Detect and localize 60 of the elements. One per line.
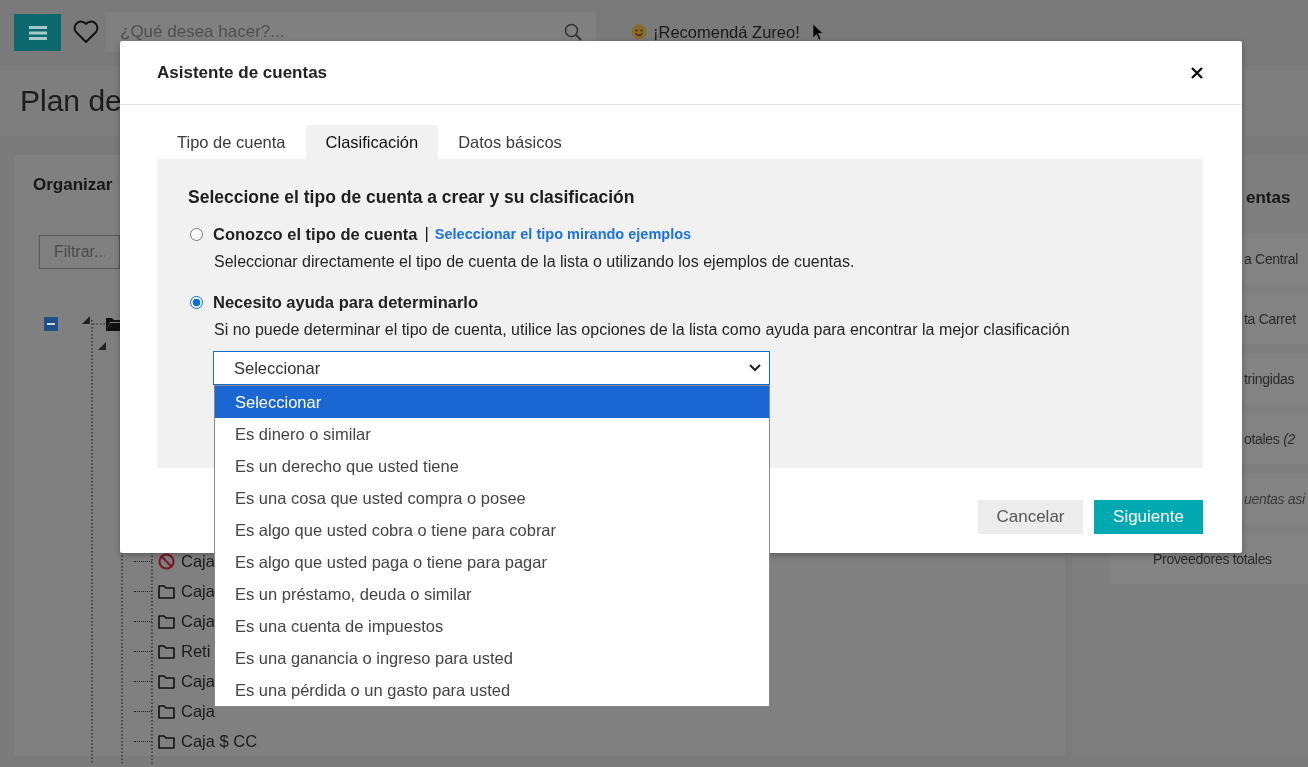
dropdown-option[interactable]: Es una pérdida o un gasto para usted xyxy=(215,674,769,706)
tree-item-label[interactable]: Caja xyxy=(181,701,215,721)
folder-icon xyxy=(158,583,175,599)
folder-icon xyxy=(158,643,175,659)
cancel-button[interactable]: Cancelar xyxy=(978,500,1083,534)
examples-link[interactable]: Seleccionar el tipo mirando ejemplos xyxy=(434,226,692,242)
dropdown[interactable]: Seleccionar xyxy=(213,351,770,385)
list-row-label: ta Carret xyxy=(1244,311,1296,327)
dropdown-option[interactable]: Es un derecho que usted tiene xyxy=(215,450,769,482)
tree-item-label[interactable]: Caja xyxy=(181,671,215,691)
folder-icon xyxy=(158,703,175,719)
collapse-icon[interactable] xyxy=(44,317,58,331)
search-icon[interactable] xyxy=(564,23,582,41)
list-row-label: Proveedores totales xyxy=(1153,551,1272,567)
dropdown-option[interactable]: Es una cosa que usted compra o posee xyxy=(215,482,769,514)
dropdown-option[interactable]: Seleccionar xyxy=(215,386,769,418)
list-row-label: a Central xyxy=(1244,251,1299,267)
folder-icon xyxy=(158,733,175,749)
menu-icon xyxy=(28,25,47,40)
triangle-icon xyxy=(82,316,90,324)
list-row-label: uentas asi xyxy=(1244,491,1305,507)
panel-title: Organizar xyxy=(33,175,113,195)
chevron-icon xyxy=(749,364,761,372)
dropdown-option[interactable]: Es algo que usted cobra o tiene para cobrar xyxy=(215,514,769,546)
tab[interactable]: Datos básicos xyxy=(438,125,582,159)
option-description: Si no puede determinar el tipo de cuenta, utilice las opciones de la lista como ayuda para encontrar la mejor clasificación xyxy=(214,321,1070,339)
recommend-link[interactable]: ¡Recomendá Zureo! xyxy=(653,22,800,42)
list-row-label: tringidas xyxy=(1244,371,1295,387)
radio-button[interactable] xyxy=(190,227,203,241)
page-title: Plan de xyxy=(20,84,122,118)
smiley-icon xyxy=(631,24,647,40)
heart-icon[interactable] xyxy=(73,20,99,44)
prohibited-icon xyxy=(158,552,175,570)
dropdown-option[interactable]: Es una cuenta de impuestos xyxy=(215,610,769,642)
dropdown-option[interactable]: Es una ganancia o ingreso para usted xyxy=(215,642,769,674)
tree-item-label[interactable]: Caja xyxy=(181,581,215,601)
tree-item-label[interactable]: Reti xyxy=(181,641,211,661)
section-heading: Seleccione el tipo de cuenta a crear y su clasificación xyxy=(188,187,635,208)
list-row-label: otales (2 xyxy=(1244,431,1295,447)
tab[interactable]: Tipo de cuenta xyxy=(157,125,306,159)
option-description: Seleccionar directamente el tipo de cuenta de la lista o utilizando los ejemplos de cuentas. xyxy=(214,253,855,271)
triangle-icon xyxy=(98,342,106,350)
tree-item-label[interactable]: Caja $ CC xyxy=(181,731,258,751)
folder-icon xyxy=(158,673,175,689)
tree-item-label[interactable]: Caja xyxy=(181,611,215,631)
option-label[interactable]: Conozco el tipo de cuenta xyxy=(213,224,418,244)
folder-icon xyxy=(158,613,175,629)
separator: | xyxy=(424,224,429,244)
dialog-title: Asistente de cuentas xyxy=(157,62,328,83)
radio-button[interactable] xyxy=(190,296,203,309)
option-label[interactable]: Necesito ayuda para determinarlo xyxy=(213,293,478,312)
close-icon[interactable] xyxy=(1191,66,1203,79)
tree-item-label[interactable]: Caja xyxy=(181,551,215,571)
cursor-icon xyxy=(811,23,824,41)
dropdown-option[interactable]: Es un préstamo, deuda o similar xyxy=(215,578,769,610)
tab[interactable]: Clasificación xyxy=(305,125,439,159)
dropdown-option[interactable]: Es algo que usted paga o tiene para pagar xyxy=(215,546,769,578)
menu-button[interactable] xyxy=(14,14,61,51)
panel-title: entas xyxy=(1245,187,1292,209)
dropdown-option[interactable]: Es dinero o similar xyxy=(215,418,769,450)
